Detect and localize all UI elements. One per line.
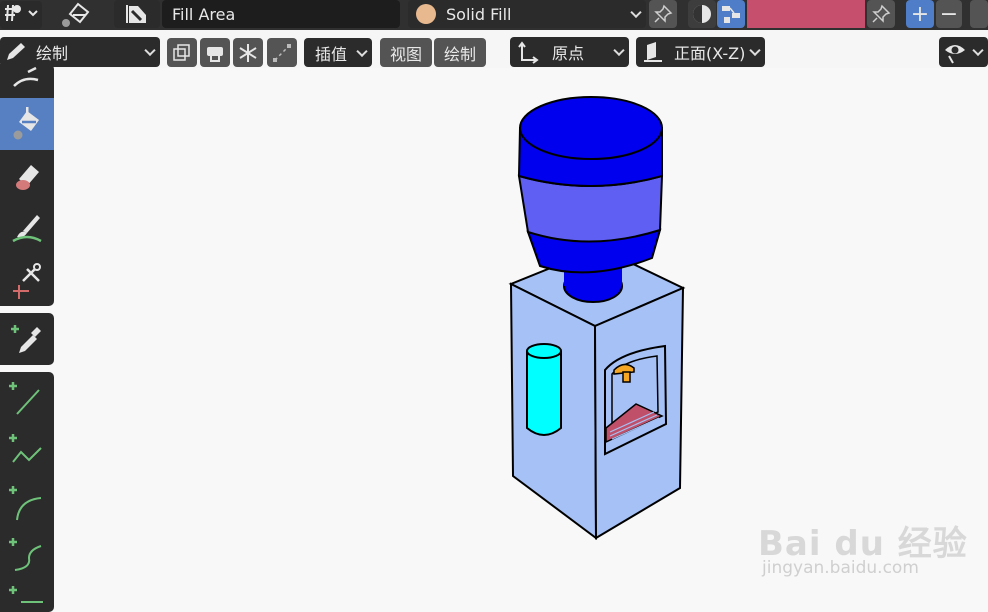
cutter-icon	[13, 263, 41, 299]
drawing-plane-selector[interactable]: 正面(X-Z)	[636, 37, 765, 67]
transform-pivot-icon	[518, 41, 539, 64]
node-tree-button[interactable]	[717, 0, 745, 28]
curve-icon	[9, 538, 42, 571]
brush-icon	[126, 5, 146, 23]
tool-curve[interactable]	[0, 528, 54, 580]
view-menu[interactable]: 视图	[380, 38, 432, 67]
line-icon	[9, 382, 40, 415]
pin-material-button[interactable]	[649, 0, 677, 28]
curve-edit-button[interactable]	[267, 38, 297, 67]
overlay-selector[interactable]	[939, 37, 988, 67]
mode-label: 绘制	[36, 44, 69, 63]
draw-menu[interactable]: 绘制	[434, 38, 486, 67]
header-bar: Fill Area Solid Fill + −	[0, 0, 988, 30]
eraser-icon	[16, 165, 39, 190]
draw-icon	[13, 66, 39, 87]
drawing-plane-icon	[644, 42, 662, 62]
tool-group-primitives	[0, 372, 54, 612]
draw-label: 绘制	[443, 44, 476, 64]
chevron-down-icon	[356, 45, 368, 57]
brush-name-field[interactable]: Fill Area	[162, 0, 400, 28]
tool-group-eyedropper	[0, 313, 54, 365]
auto-merge-button[interactable]	[233, 38, 263, 67]
brush-name-text: Fill Area	[172, 4, 236, 24]
arc-icon	[9, 486, 42, 521]
editor-type-button[interactable]	[0, 1, 42, 29]
box-icon	[9, 586, 43, 603]
material-name-text: Solid Fill	[446, 4, 512, 24]
tool-group-main	[0, 64, 54, 306]
pin-slot-button[interactable]	[867, 0, 895, 28]
remove-slot-button[interactable]: −	[936, 0, 962, 28]
tool-draw[interactable]	[0, 64, 54, 94]
origin-selector[interactable]: 原点	[510, 37, 629, 67]
tool-cutter[interactable]	[0, 255, 54, 307]
interpolate-label: 插值	[315, 44, 348, 64]
pencil-icon	[7, 43, 25, 60]
material-selector[interactable]: Solid Fill	[408, 0, 646, 28]
material-color-swatch	[416, 4, 436, 24]
add-slot-button[interactable]: +	[906, 0, 934, 28]
watermark-url: jingyan.baidu.com	[762, 558, 919, 578]
tool-polyline[interactable]	[0, 424, 54, 476]
fill-bucket-icon	[62, 2, 90, 27]
fill-tool-indicator	[56, 0, 96, 30]
tool-line[interactable]	[0, 372, 54, 424]
pin-icon	[872, 4, 891, 23]
tool-shelf	[0, 64, 54, 612]
material-preview-icon	[693, 5, 711, 23]
grease-pencil-icon	[5, 4, 38, 22]
tool-erase[interactable]	[0, 151, 54, 203]
interpolate-menu[interactable]: 插值	[304, 38, 372, 67]
node-tree-icon	[722, 6, 740, 23]
curve-edit-icon	[273, 43, 291, 62]
multiframe-button[interactable]	[167, 38, 197, 67]
tool-box[interactable]	[0, 580, 54, 610]
chevron-down-icon	[630, 6, 642, 19]
shading-button[interactable]	[688, 0, 716, 28]
chevron-down-icon	[749, 44, 761, 57]
tool-arc[interactable]	[0, 476, 54, 528]
chevron-down-icon	[972, 44, 984, 57]
layers-icon	[173, 43, 190, 61]
chevron-down-icon	[144, 44, 156, 57]
origin-label: 原点	[552, 44, 585, 63]
minus-icon: −	[939, 1, 959, 27]
eye-icon	[945, 45, 965, 64]
water-level-tube	[526, 351, 562, 436]
mode-selector[interactable]: 绘制	[0, 37, 160, 67]
view-label: 视图	[389, 44, 422, 64]
lock-frames-icon	[207, 46, 223, 62]
pin-icon	[654, 4, 673, 23]
plus-icon: +	[910, 1, 930, 27]
brush-browser-button[interactable]	[114, 0, 160, 28]
tool-tint[interactable]	[0, 203, 54, 255]
fill-bucket-icon	[13, 107, 39, 140]
plane-label: 正面(X-Z)	[674, 44, 746, 63]
tint-brush-icon	[12, 215, 42, 243]
lock-button[interactable]	[200, 38, 230, 67]
bottle-top	[519, 96, 663, 160]
snowflake-icon	[239, 43, 257, 62]
chevron-down-icon	[613, 44, 625, 57]
tool-eyedropper[interactable]	[0, 313, 54, 365]
eyedropper-icon	[11, 325, 41, 353]
slot-color-field[interactable]	[747, 0, 865, 28]
tool-settings-bar: 绘制 插值 视图 绘制 原点 正面(X-Z)	[0, 30, 988, 68]
more-button[interactable]	[970, 0, 988, 28]
tool-fill[interactable]	[0, 98, 54, 150]
polyline-icon	[9, 434, 42, 463]
